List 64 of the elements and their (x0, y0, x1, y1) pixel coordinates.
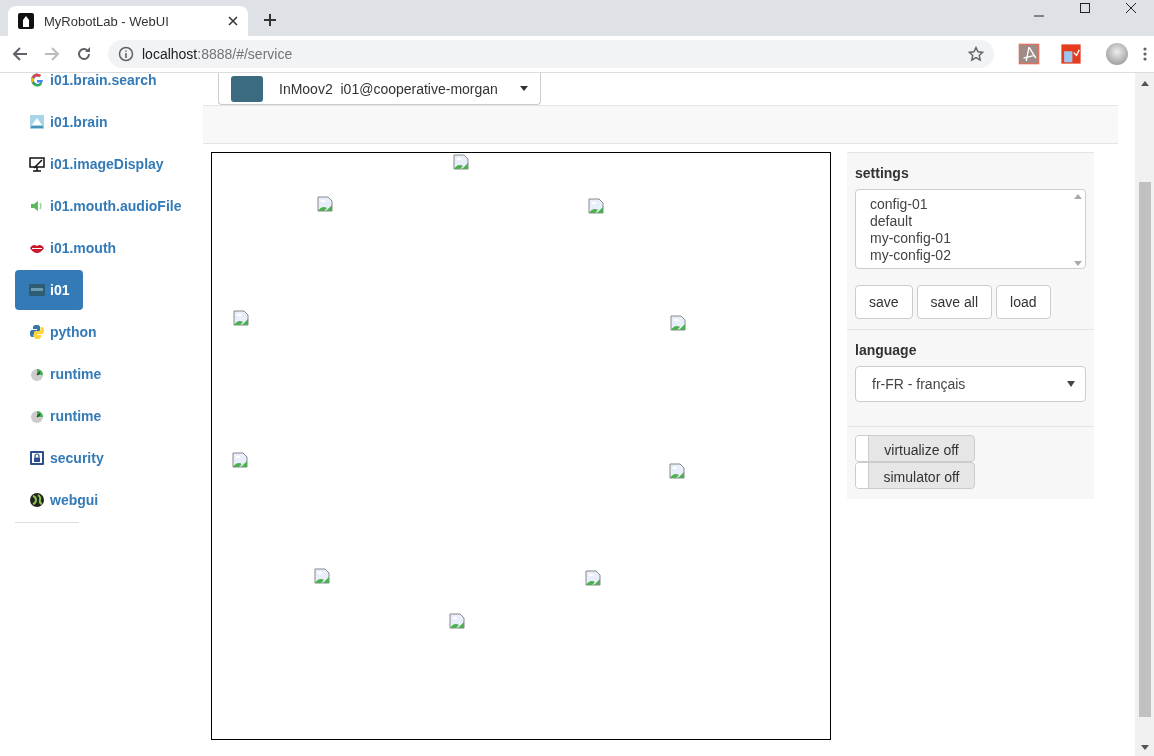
toggle-switch[interactable]: virtualize off (855, 435, 975, 462)
broken-image-icon (670, 315, 686, 331)
url-host: localhost (142, 46, 198, 62)
browser-tab[interactable]: MyRobotLab - WebUI (8, 6, 248, 36)
broken-image-icon (233, 310, 249, 326)
broken-image-icon (317, 196, 333, 212)
close-icon[interactable] (228, 16, 238, 26)
clipboard-extension-icon[interactable] (1060, 43, 1082, 65)
config-button[interactable]: save all (916, 285, 993, 319)
language-select[interactable]: fr-FR - français (855, 366, 1086, 402)
address-bar[interactable]: localhost:8888/#/service (108, 40, 994, 68)
sidebar-item[interactable]: python (15, 312, 111, 352)
sidebar-item[interactable]: i01.mouth (15, 228, 131, 268)
config-button[interactable]: load (996, 285, 1051, 319)
robot-thumbnail-icon (231, 75, 263, 102)
section-title: settings (855, 165, 910, 181)
stopwatch-icon (29, 408, 45, 424)
sidebar-item[interactable]: i01.mouth.audioFile (15, 186, 196, 226)
speaker-icon (29, 198, 45, 214)
python-icon (29, 324, 45, 340)
config-button[interactable]: save (855, 285, 913, 319)
plus-icon (263, 13, 277, 27)
broken-image-icon (669, 463, 685, 479)
star-icon[interactable] (968, 46, 984, 62)
sidebar-item[interactable]: security (15, 438, 118, 478)
sidebar-item[interactable]: i01 (15, 270, 84, 310)
broken-image-icon (449, 613, 465, 629)
reload-icon[interactable] (76, 46, 92, 62)
broken-image-icon (588, 198, 604, 214)
lock-icon (29, 450, 45, 466)
section-title: language (855, 342, 918, 358)
sidebar-item[interactable]: i01.brain (15, 102, 122, 142)
globe-icon (29, 492, 45, 508)
pyramid-icon (29, 114, 45, 130)
robot-thumbnail-icon (29, 282, 45, 298)
scrollbar[interactable] (1135, 73, 1154, 756)
scroll-up-icon[interactable] (1140, 81, 1149, 86)
service-dropdown[interactable]: InMoov2 i01@cooperative-morgan (218, 73, 541, 105)
scroll-down-icon[interactable] (1140, 745, 1149, 750)
caret-icon (1067, 381, 1075, 387)
tab-title: MyRobotLab - WebUI (44, 13, 170, 29)
broken-image-icon (585, 570, 601, 586)
sidebar-item[interactable]: runtime (15, 354, 116, 394)
list-option[interactable]: my-config-01 (870, 230, 1071, 247)
broken-image-icon (314, 568, 330, 584)
url-path: :8888/#/service (197, 46, 293, 62)
toggle-switch[interactable]: simulator off (855, 462, 975, 489)
caret-icon (520, 86, 528, 91)
list-option[interactable]: my-config-02 (870, 247, 1071, 264)
monitor-icon (29, 156, 45, 172)
broken-image-icon (232, 452, 248, 468)
menu-icon[interactable] (1142, 46, 1148, 62)
robot-favicon (18, 13, 34, 29)
info-icon (118, 46, 134, 62)
stopwatch-icon (29, 366, 45, 382)
list-option[interactable]: default (870, 213, 1071, 230)
back-icon[interactable] (12, 46, 28, 62)
sidebar-item[interactable]: runtime (15, 396, 116, 436)
list-option[interactable]: config-01 (870, 196, 1071, 213)
config-list[interactable]: config-01 default my-config-01 my-config-02 (855, 189, 1086, 269)
sidebar-item[interactable]: webgui (15, 480, 113, 520)
sidebar-item[interactable]: i01.imageDisplay (15, 144, 178, 184)
google-icon (29, 72, 45, 88)
pdf-extension-icon[interactable] (1018, 43, 1040, 65)
